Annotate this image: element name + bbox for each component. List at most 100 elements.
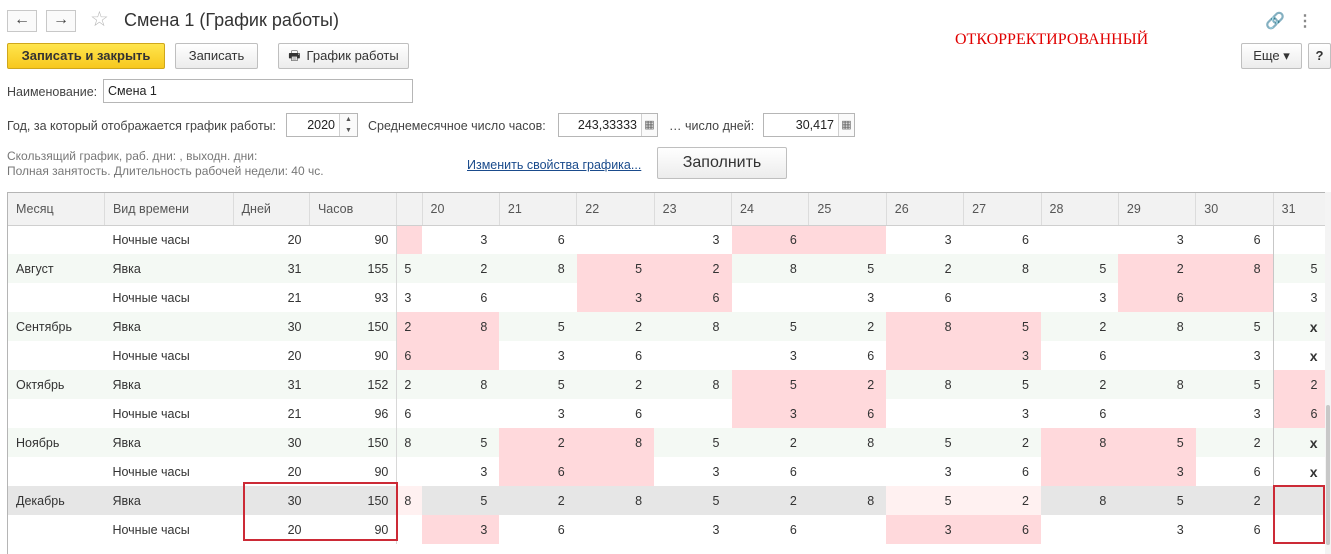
- day-cell[interactable]: 3: [1196, 341, 1273, 370]
- day-cell[interactable]: 3: [654, 225, 731, 254]
- col-header-day-23[interactable]: 23: [654, 193, 733, 226]
- day-cell[interactable]: 6: [732, 515, 809, 544]
- time-kind-cell[interactable]: Ночные часы: [104, 399, 233, 428]
- day-cell[interactable]: [1118, 341, 1195, 370]
- grid-scrollbar-thumb[interactable]: [1326, 405, 1330, 545]
- day-cell[interactable]: [1118, 399, 1195, 428]
- favorite-star-icon[interactable]: ☆: [90, 8, 109, 32]
- day-cell[interactable]: 3: [886, 225, 963, 254]
- month-cell[interactable]: [8, 515, 104, 544]
- month-cell[interactable]: Октябрь: [8, 370, 105, 399]
- days-cell[interactable]: 21: [233, 399, 309, 428]
- day-cell[interactable]: 5: [422, 428, 500, 457]
- day-cell[interactable]: x: [1272, 312, 1330, 341]
- days-cell[interactable]: 21: [233, 283, 309, 312]
- time-kind-cell[interactable]: Явка: [104, 312, 234, 341]
- day-cell[interactable]: 3: [422, 225, 499, 254]
- month-cell[interactable]: [8, 225, 104, 254]
- day-cell[interactable]: 8: [1118, 312, 1196, 341]
- hours-cell[interactable]: 90: [309, 225, 396, 254]
- table-row[interactable]: Ночные часы 21 96 6 3 6 3 6 3 6 3 6: [8, 399, 1330, 428]
- day-cell[interactable]: 3: [963, 341, 1041, 370]
- day-cell[interactable]: 6: [1272, 399, 1330, 428]
- day-cell[interactable]: 2: [576, 312, 655, 341]
- day-cell[interactable]: 2: [1195, 428, 1274, 457]
- day-cell[interactable]: 5: [654, 486, 732, 515]
- day-cell[interactable]: 6: [1041, 341, 1118, 370]
- day-cell[interactable]: 2: [731, 428, 809, 457]
- table-row[interactable]: Ночные часы 20 90 6 3 6 3 6 3 6 3 x: [8, 341, 1330, 370]
- day-cell[interactable]: 5: [1041, 254, 1119, 283]
- day-cell[interactable]: [732, 283, 809, 312]
- day-cell[interactable]: 2: [1041, 370, 1119, 399]
- col-header-day-30[interactable]: 30: [1195, 193, 1274, 226]
- day-cell[interactable]: 6: [808, 399, 887, 428]
- day-cell[interactable]: 6: [1041, 399, 1118, 428]
- month-cell[interactable]: Сентябрь: [8, 312, 105, 341]
- day-cell[interactable]: 8: [886, 312, 964, 341]
- day-cell[interactable]: 3: [422, 457, 499, 486]
- day-cell[interactable]: [654, 399, 731, 428]
- help-button[interactable]: ?: [1308, 43, 1331, 69]
- day-cell[interactable]: 3: [396, 283, 422, 312]
- spin-down-icon[interactable]: ▼: [340, 125, 357, 136]
- day-cell[interactable]: [1041, 457, 1119, 486]
- time-kind-cell[interactable]: Явка: [104, 486, 234, 515]
- spin-up-icon[interactable]: ▲: [340, 114, 357, 125]
- hours-cell[interactable]: 150: [309, 428, 397, 457]
- schedule-grid[interactable]: Месяц Вид времени Дней Часов 20 21 22 23…: [7, 192, 1331, 554]
- day-cell[interactable]: 8: [654, 370, 732, 399]
- hours-cell[interactable]: 93: [309, 283, 396, 312]
- time-kind-cell[interactable]: Ночные часы: [104, 341, 233, 370]
- day-cell[interactable]: [1041, 225, 1118, 254]
- day-cell[interactable]: 5: [886, 486, 964, 515]
- table-row[interactable]: Ночные часы 20 90 3 6 3 6 3 6 3 6: [8, 515, 1330, 544]
- day-cell[interactable]: 2: [654, 254, 732, 283]
- day-cell[interactable]: 3: [499, 399, 576, 428]
- day-cell[interactable]: 8: [499, 254, 577, 283]
- month-cell[interactable]: [8, 399, 104, 428]
- table-row[interactable]: Ночные часы 21 93 3 6 3 6 3 6 3 6 3: [8, 283, 1330, 312]
- day-cell[interactable]: 2: [808, 312, 887, 341]
- day-cell[interactable]: 6: [964, 225, 1041, 254]
- day-cell[interactable]: x: [1272, 428, 1330, 457]
- day-cell[interactable]: [396, 225, 422, 254]
- day-cell[interactable]: 3: [886, 457, 963, 486]
- day-cell[interactable]: 3: [964, 399, 1041, 428]
- day-cell[interactable]: [809, 515, 886, 544]
- col-header-day-25[interactable]: 25: [808, 193, 887, 226]
- month-cell[interactable]: Ноябрь: [8, 428, 105, 457]
- day-cell[interactable]: 3: [1272, 283, 1330, 312]
- year-input[interactable]: 2020 ▲ ▼: [286, 113, 358, 137]
- day-cell[interactable]: 8: [886, 370, 964, 399]
- day-cell[interactable]: 3: [654, 457, 731, 486]
- day-cell[interactable]: [396, 457, 422, 486]
- day-cell[interactable]: 8: [576, 428, 655, 457]
- day-cell[interactable]: 5: [499, 370, 577, 399]
- day-cell[interactable]: 8: [422, 370, 500, 399]
- table-row[interactable]: Ночные часы 20 90 3 6 3 6 3 6 3 6: [8, 225, 1330, 254]
- time-kind-cell[interactable]: Явка: [104, 254, 234, 283]
- day-cell[interactable]: 5: [731, 312, 809, 341]
- day-cell[interactable]: 6: [422, 283, 499, 312]
- day-cell[interactable]: 8: [654, 312, 732, 341]
- name-input[interactable]: Смена 1: [103, 79, 413, 103]
- day-cell[interactable]: [499, 283, 576, 312]
- day-cell[interactable]: 6: [577, 399, 654, 428]
- day-cell[interactable]: 3: [731, 399, 809, 428]
- day-cell[interactable]: 5: [731, 370, 809, 399]
- day-cell[interactable]: 5: [1118, 428, 1196, 457]
- table-row[interactable]: Ночные часы 20 90 3 6 3 6 3 6 3 6 x: [8, 457, 1330, 486]
- day-cell[interactable]: 2: [1195, 486, 1274, 515]
- day-cell[interactable]: 3: [1196, 399, 1273, 428]
- link-icon[interactable]: 🔗: [1265, 11, 1285, 31]
- table-row[interactable]: Октябрь Явка 31 152 2 8 5 2 8 5 2 8 5 2 8 5 2: [8, 370, 1330, 399]
- day-cell[interactable]: 2: [499, 428, 577, 457]
- days-cell[interactable]: 30: [233, 312, 310, 341]
- day-cell[interactable]: 5: [654, 428, 732, 457]
- day-cell[interactable]: 3: [422, 515, 500, 544]
- calculator-icon[interactable]: ▦: [641, 114, 657, 136]
- day-cell[interactable]: [577, 515, 654, 544]
- day-cell[interactable]: [886, 341, 964, 370]
- days-count-input[interactable]: 30,417 ▦: [763, 113, 855, 137]
